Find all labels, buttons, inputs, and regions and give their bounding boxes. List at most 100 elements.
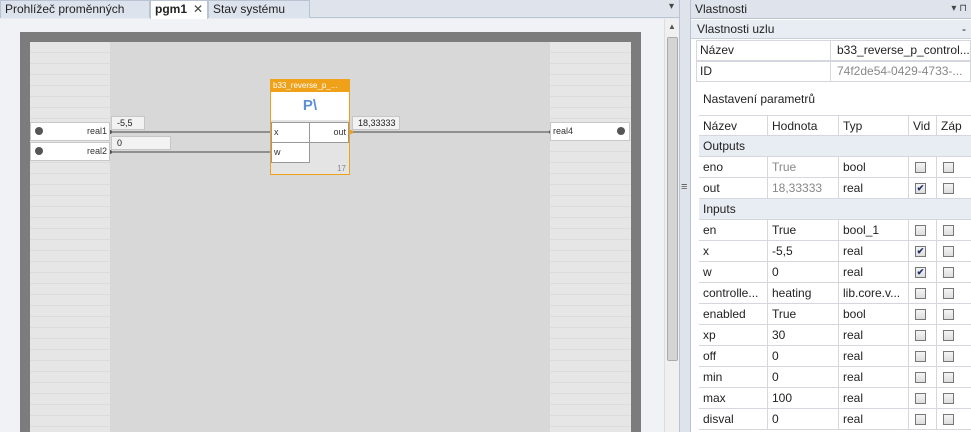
zap-cell: [937, 241, 971, 261]
table-row[interactable]: min 0 real: [699, 367, 971, 388]
controller-icon: P\: [271, 92, 349, 120]
vid-cell: [909, 304, 937, 324]
enabled-checkbox[interactable]: [943, 414, 954, 425]
param-type: bool_1: [839, 220, 909, 240]
scroll-up-icon[interactable]: ▲: [668, 22, 676, 31]
table-row[interactable]: off 0 real: [699, 346, 971, 367]
column-header[interactable]: Hodnota: [768, 116, 839, 136]
enabled-checkbox[interactable]: [943, 330, 954, 341]
visible-checkbox[interactable]: [915, 225, 926, 236]
enabled-checkbox[interactable]: [943, 288, 954, 299]
enabled-checkbox[interactable]: [943, 351, 954, 362]
visible-checkbox[interactable]: [915, 393, 926, 404]
table-row[interactable]: xp 30 real: [699, 325, 971, 346]
node-properties-section[interactable]: Vlastnosti uzlu -: [691, 20, 971, 39]
enabled-checkbox[interactable]: [943, 246, 954, 257]
enabled-checkbox[interactable]: [943, 267, 954, 278]
param-type: bool: [839, 157, 909, 177]
zap-cell: [937, 304, 971, 324]
vid-cell: ✔: [909, 178, 937, 198]
param-value[interactable]: heating: [768, 283, 839, 303]
param-value[interactable]: 30: [768, 325, 839, 345]
block-pin-x[interactable]: x: [271, 122, 310, 143]
pin-label: out: [333, 127, 346, 137]
enabled-checkbox[interactable]: [943, 162, 954, 173]
visible-checkbox[interactable]: ✔: [915, 267, 926, 278]
zap-cell: [937, 325, 971, 345]
column-header[interactable]: Název: [699, 116, 768, 136]
visible-checkbox[interactable]: [915, 351, 926, 362]
table-row[interactable]: x -5,5 real ✔: [699, 241, 971, 262]
block-pin-out[interactable]: out: [309, 122, 349, 143]
param-type: real: [839, 241, 909, 261]
group-label: Outputs: [703, 139, 746, 153]
zap-cell: [937, 409, 971, 429]
parameters-title: Nastavení parametrů: [703, 92, 816, 106]
table-row[interactable]: enabled True bool: [699, 304, 971, 325]
table-row[interactable]: eno True bool: [699, 157, 971, 178]
zap-cell: [937, 367, 971, 387]
name-value[interactable]: b33_reverse_p_control...: [834, 41, 970, 60]
param-value[interactable]: -5,5: [768, 241, 839, 261]
block-title: b33_reverse_p_...: [271, 80, 349, 92]
table-row[interactable]: disval 0 real: [699, 409, 971, 430]
param-name: disval: [699, 409, 768, 429]
table-row[interactable]: controlle... heating lib.core.v...: [699, 283, 971, 304]
visible-checkbox[interactable]: [915, 162, 926, 173]
param-name: eno: [699, 157, 768, 177]
port-label: real1: [86, 126, 107, 136]
pin-icon[interactable]: ▾ ⊓: [951, 0, 967, 18]
visible-checkbox[interactable]: [915, 372, 926, 383]
enabled-checkbox[interactable]: [943, 183, 954, 194]
parameters-table: Název Hodnota Typ Vid Záp Outputs eno True…: [699, 115, 971, 430]
table-row[interactable]: out 18,33333 real ✔: [699, 178, 971, 199]
panel-splitter[interactable]: ≡: [679, 0, 691, 432]
output-port-real4[interactable]: real4: [550, 122, 630, 141]
scroll-thumb[interactable]: [667, 37, 678, 361]
tab-menu-icon[interactable]: ▾: [669, 1, 674, 12]
table-row[interactable]: w 0 real ✔: [699, 262, 971, 283]
block-pin-w[interactable]: w: [271, 142, 310, 163]
id-label: ID: [697, 62, 831, 81]
port-label: real4: [553, 126, 574, 136]
collapse-icon[interactable]: -: [962, 20, 966, 38]
pin-label: x: [274, 127, 279, 137]
param-value[interactable]: 0: [768, 409, 839, 429]
param-type: real: [839, 346, 909, 366]
column-header[interactable]: Typ: [839, 116, 909, 136]
param-type: real: [839, 388, 909, 408]
visible-checkbox[interactable]: ✔: [915, 246, 926, 257]
param-type: real: [839, 178, 909, 198]
group-row[interactable]: Inputs: [699, 199, 971, 220]
param-value[interactable]: 0: [768, 262, 839, 282]
visible-checkbox[interactable]: [915, 414, 926, 425]
id-row: ID 74f2de54-0429-4733-...: [696, 61, 971, 82]
param-value[interactable]: 0: [768, 346, 839, 366]
input-port-real1[interactable]: real1: [30, 122, 110, 141]
visible-checkbox[interactable]: [915, 309, 926, 320]
param-value[interactable]: True: [768, 220, 839, 240]
column-header[interactable]: Záp: [937, 116, 971, 136]
param-value[interactable]: 0: [768, 367, 839, 387]
input-port-real2[interactable]: real2: [30, 142, 110, 161]
enabled-checkbox[interactable]: [943, 225, 954, 236]
visible-checkbox[interactable]: [915, 288, 926, 299]
table-row[interactable]: max 100 real: [699, 388, 971, 409]
visible-checkbox[interactable]: [915, 330, 926, 341]
visible-checkbox[interactable]: ✔: [915, 183, 926, 194]
enabled-checkbox[interactable]: [943, 309, 954, 320]
port-label: real2: [86, 146, 107, 156]
param-value[interactable]: True: [768, 304, 839, 324]
vertical-scrollbar[interactable]: ▲: [664, 19, 679, 432]
table-row[interactable]: en True bool_1: [699, 220, 971, 241]
function-block[interactable]: b33_reverse_p_... P\ x w out 17: [270, 79, 350, 175]
column-header[interactable]: Vid: [909, 116, 937, 136]
grip-icon[interactable]: ≡: [681, 181, 687, 193]
name-label: Název: [697, 41, 831, 60]
group-row[interactable]: Outputs: [699, 136, 971, 157]
enabled-checkbox[interactable]: [943, 372, 954, 383]
port-icon: [35, 127, 43, 135]
param-value[interactable]: 100: [768, 388, 839, 408]
param-name: off: [699, 346, 768, 366]
enabled-checkbox[interactable]: [943, 393, 954, 404]
